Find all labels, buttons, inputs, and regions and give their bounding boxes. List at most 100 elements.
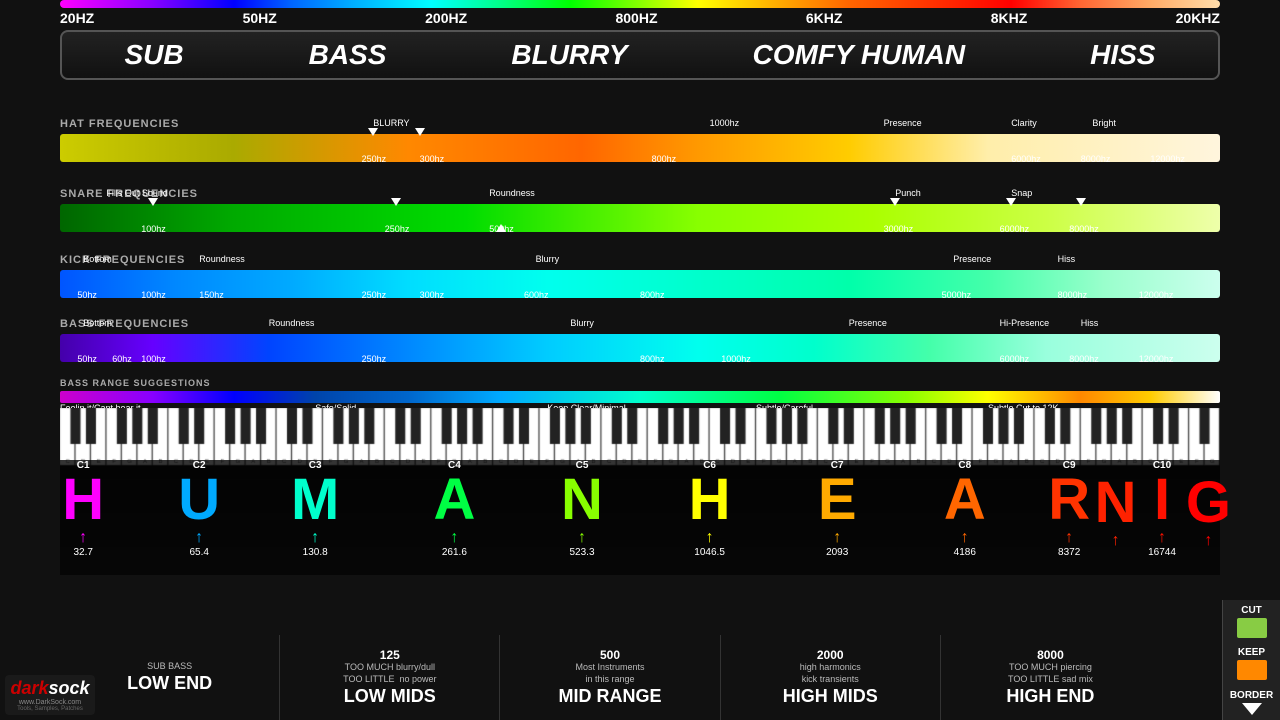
- bass-hiss: Hiss: [1081, 318, 1099, 328]
- kick-8000hz: 8000hz: [1058, 290, 1088, 300]
- snare-8000hz: 8000hz: [1069, 224, 1099, 234]
- bass-section: BASS FREQUENCIES Bottom 50hz 60hz 100hz …: [60, 318, 1220, 383]
- logo-area: darksock www.DarkSock.com Tools, Samples…: [5, 675, 95, 715]
- octave-freq: 32.7: [73, 547, 92, 558]
- range-high-end-freq: 8000: [1037, 648, 1064, 662]
- main-band-labels: SUB BASS BLURRY COMFY HUMAN HISS: [60, 30, 1220, 80]
- octave-arrow: ↑: [833, 529, 841, 547]
- snare-marker-6000: [1006, 198, 1016, 206]
- octave-arrow: ↑: [195, 529, 203, 547]
- bass-6000hz: 6000hz: [1000, 354, 1030, 364]
- octave-arrow: ↑: [961, 529, 969, 547]
- bass-bottom: Bottom: [83, 318, 112, 328]
- range-low-mids-desc: TOO MUCH blurry/dull TOO LITTLE no power: [343, 662, 436, 685]
- hat-clarity-label: Clarity: [1011, 118, 1037, 128]
- hat-title: HAT FREQUENCIES: [60, 118, 1220, 130]
- bass-800hz: 800hz: [640, 354, 665, 364]
- snare-roundness: Roundness: [489, 188, 535, 198]
- piano-keyboard: [60, 408, 1220, 466]
- band-blurry: BLURRY: [511, 39, 627, 71]
- keep-indicator: [1237, 660, 1267, 680]
- range-high-end-name: HIGH END: [1006, 686, 1094, 707]
- border-section: BORDER: [1230, 690, 1273, 715]
- kick-bottom: Bottom: [83, 254, 112, 264]
- octave-item-11: G↑: [1186, 460, 1231, 550]
- snare-fillsout: Fills Out Sound: [106, 188, 168, 198]
- freq-6khz: 6KHZ: [806, 10, 843, 26]
- octave-freq: 261.6: [442, 547, 467, 558]
- octave-letter: H: [62, 471, 104, 529]
- hat-12000hz: 12000hz: [1150, 154, 1185, 164]
- bass-presence: Presence: [849, 318, 887, 328]
- kick-150hz: 150hz: [199, 290, 224, 300]
- bass-250hz: 250hz: [362, 354, 387, 364]
- band-bass: BASS: [309, 39, 387, 71]
- kick-hiss: Hiss: [1058, 254, 1076, 264]
- range-high-end: 8000 TOO MUCH piercing TOO LITTLE sad mi…: [940, 635, 1160, 720]
- octave-freq: 130.8: [303, 547, 328, 558]
- snare-frequency-bar: [60, 204, 1220, 232]
- snare-punch: Punch: [895, 188, 921, 198]
- octave-item-C2: C2U↑65.4: [178, 460, 220, 558]
- logo-site: www.DarkSock.com: [8, 699, 92, 706]
- kick-300hz: 300hz: [420, 290, 445, 300]
- snare-marker-8000: [1076, 198, 1086, 206]
- bass-range-bar: [60, 391, 1220, 403]
- octave-item-C9: C9R↑8372: [1048, 460, 1090, 558]
- octave-arrow: ↑: [1204, 532, 1212, 550]
- kick-5000hz: 5000hz: [942, 290, 972, 300]
- keep-section: KEEP: [1237, 647, 1267, 680]
- kick-250hz: 250hz: [362, 290, 387, 300]
- border-triangle: [1242, 703, 1262, 715]
- logo-icon: darksock: [8, 678, 92, 699]
- snare-snap: Snap: [1011, 188, 1032, 198]
- kick-600hz: 600hz: [524, 290, 549, 300]
- hat-6000hz: 6000hz: [1011, 154, 1041, 164]
- octave-arrow: ↑: [450, 529, 458, 547]
- hat-section: HAT FREQUENCIES BLURRY 250hz 300hz 800hz…: [60, 118, 1220, 183]
- freq-800hz: 800HZ: [615, 10, 657, 26]
- octave-letter: N: [1095, 474, 1137, 532]
- cut-section: CUT: [1237, 605, 1267, 638]
- range-low-mids: 125 TOO MUCH blurry/dull TOO LITTLE no p…: [279, 635, 499, 720]
- hat-blurry-label: BLURRY: [373, 118, 409, 128]
- kick-800hz: 800hz: [640, 290, 665, 300]
- octave-item-C1: C1H↑32.7: [62, 460, 104, 558]
- octave-freq: 523.3: [569, 547, 594, 558]
- octave-letter: G: [1186, 474, 1231, 532]
- range-high-mids-desc: high harmonics kick transients: [800, 662, 861, 685]
- logo-box: darksock www.DarkSock.com Tools, Samples…: [5, 675, 95, 715]
- bass-50hz: 50hz: [77, 354, 97, 364]
- freq-200hz: 200HZ: [425, 10, 467, 26]
- snare-marker-500-up: [496, 222, 506, 232]
- octave-letter: U: [178, 471, 220, 529]
- octave-letter: E: [818, 471, 857, 529]
- logo-tagline: Tools, Samples, Patches: [8, 706, 92, 712]
- octave-letter: H: [689, 471, 731, 529]
- octave-letter: M: [291, 471, 339, 529]
- octave-letter: N: [561, 471, 603, 529]
- range-high-mids: 2000 high harmonics kick transients HIGH…: [720, 635, 940, 720]
- hat-frequency-bar: [60, 134, 1220, 162]
- octave-arrow: ↑: [706, 529, 714, 547]
- octave-item-C3: C3M↑130.8: [291, 460, 339, 558]
- range-low-mids-freq: 125: [380, 648, 400, 662]
- hat-300hz: 300hz: [420, 154, 445, 164]
- kick-100hz: 100hz: [141, 290, 166, 300]
- octave-item-10: N↑: [1095, 460, 1137, 550]
- bass-60hz: 60hz: [112, 354, 132, 364]
- snare-3000hz: 3000hz: [884, 224, 914, 234]
- kick-12000hz: 12000hz: [1139, 290, 1174, 300]
- octave-freq: 1046.5: [694, 547, 725, 558]
- keep-label: KEEP: [1238, 647, 1265, 658]
- bass-1000hz: 1000hz: [721, 354, 751, 364]
- octave-arrow: ↑: [311, 529, 319, 547]
- octave-freq: 16744: [1148, 547, 1176, 558]
- freq-50hz: 50HZ: [243, 10, 277, 26]
- range-low-end-desc: SUB BASS: [147, 661, 192, 673]
- bass-hi-presence: Hi-Presence: [1000, 318, 1050, 328]
- hat-marker-250: [368, 128, 378, 136]
- band-comfy: COMFY HUMAN: [753, 39, 966, 71]
- bass-12000hz: 12000hz: [1139, 354, 1174, 364]
- hat-marker-300: [415, 128, 425, 136]
